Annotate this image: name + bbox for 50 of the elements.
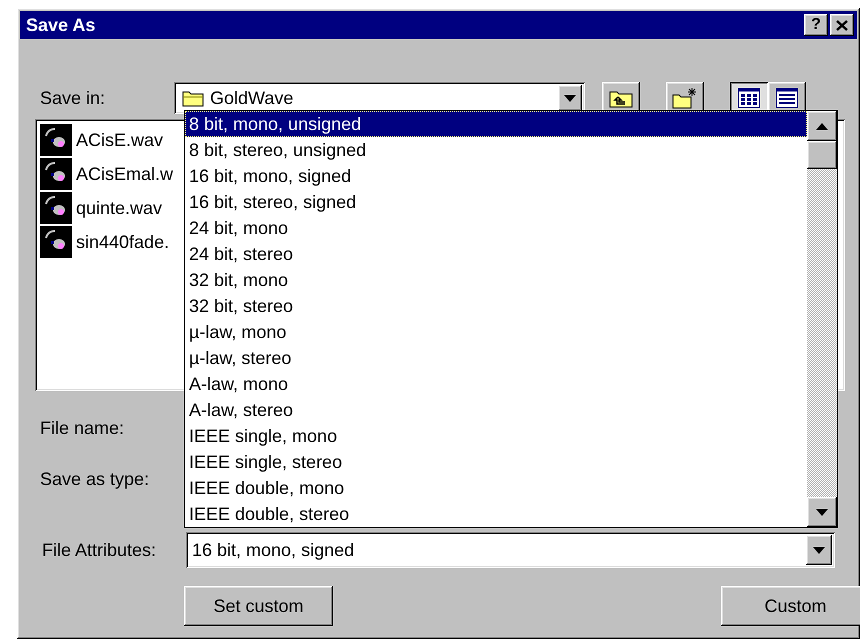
dropdown-option[interactable]: IEEE double, stereo — [185, 501, 807, 527]
scrollbar[interactable] — [807, 111, 837, 527]
dialog-button[interactable]: Set custom — [184, 586, 333, 626]
dropdown-button[interactable] — [806, 535, 832, 565]
window-title: Save As — [26, 14, 96, 36]
up-arrow-icon — [816, 122, 828, 130]
dropdown-option[interactable]: A-law, stereo — [185, 397, 807, 423]
dropdown-option[interactable]: µ-law, mono — [185, 319, 807, 345]
sound-file-icon — [40, 226, 72, 258]
dropdown-option[interactable]: 24 bit, mono — [185, 215, 807, 241]
dropdown-option[interactable]: 16 bit, mono, signed — [185, 163, 807, 189]
dropdown-option[interactable]: 32 bit, stereo — [185, 293, 807, 319]
sound-file-icon — [40, 192, 72, 224]
dropdown-arrow-icon — [564, 94, 576, 102]
dropdown-option[interactable]: 8 bit, stereo, unsigned — [185, 137, 807, 163]
save-in-label: Save in: — [39, 86, 106, 110]
file-attributes-value: 16 bit, mono, signed — [192, 538, 356, 562]
dropdown-arrow-icon — [813, 546, 825, 554]
scroll-up-button[interactable] — [807, 111, 837, 141]
file-attributes-combo[interactable]: 16 bit, mono, signed — [186, 532, 835, 568]
file-name-label: File name: — [40, 416, 124, 440]
scroll-down-button[interactable] — [807, 497, 837, 527]
list-view-icon — [738, 88, 760, 108]
file-item[interactable]: ACisE.wav — [76, 126, 164, 154]
dropdown-button[interactable] — [558, 85, 582, 111]
details-view-icon — [776, 88, 798, 108]
dropdown-option[interactable]: 32 bit, mono — [185, 267, 807, 293]
dropdown-option[interactable]: IEEE single, stereo — [185, 449, 807, 475]
dropdown-option[interactable]: 16 bit, stereo, signed — [185, 189, 807, 215]
close-button[interactable] — [830, 14, 854, 36]
sound-file-icon — [40, 158, 72, 190]
dialog-button[interactable]: Custom — [721, 586, 860, 626]
file-item[interactable]: sin440fade. — [76, 228, 170, 256]
dropdown-option[interactable]: µ-law, stereo — [185, 345, 807, 371]
file-attributes-label: File Attributes: — [41, 538, 158, 562]
sound-file-icon — [40, 124, 72, 156]
dropdown-option[interactable]: 8 bit, mono, unsigned — [185, 111, 807, 137]
file-item[interactable]: ACisEmal.w — [76, 160, 174, 188]
down-arrow-icon — [816, 508, 828, 516]
folder-icon — [182, 89, 204, 107]
help-button[interactable]: ? — [804, 14, 828, 36]
save-in-value: GoldWave — [210, 86, 294, 110]
dropdown-option[interactable]: A-law, mono — [185, 371, 807, 397]
dropdown-option[interactable]: 24 bit, stereo — [185, 241, 807, 267]
dropdown-option[interactable]: IEEE single, mono — [185, 423, 807, 449]
file-item[interactable]: quinte.wav — [76, 194, 162, 222]
save-as-type-label: Save as type: — [40, 468, 150, 491]
close-icon — [836, 20, 848, 30]
dropdown-option[interactable]: IEEE double, mono — [185, 475, 807, 501]
scroll-thumb[interactable] — [807, 141, 837, 169]
